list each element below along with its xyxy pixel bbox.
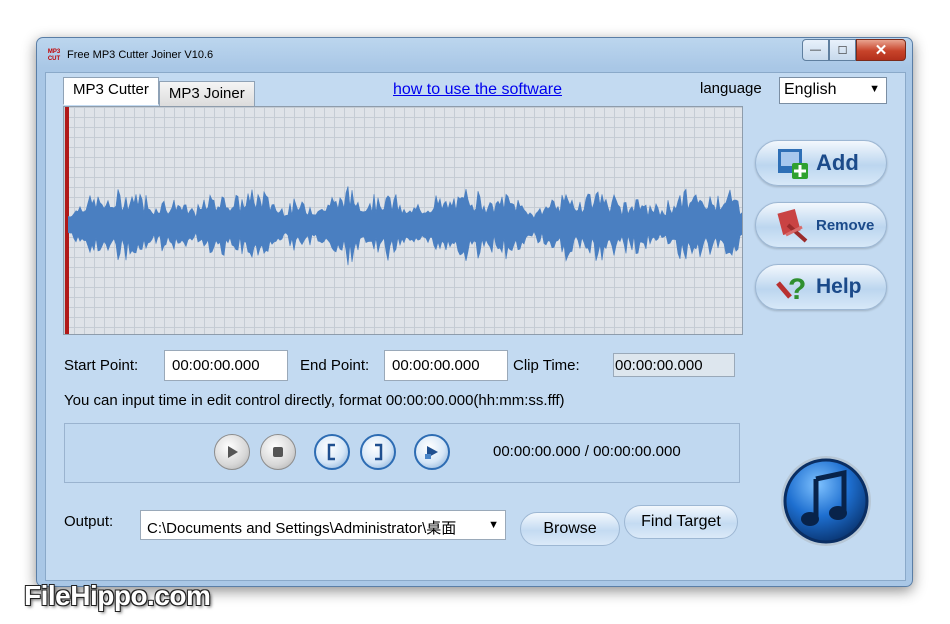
end-point-input[interactable]: 00:00:00.000 (384, 350, 508, 381)
app-icon: MP3 CUT (47, 49, 61, 62)
maximize-button[interactable]: ☐ (829, 39, 856, 61)
svg-text:?: ? (788, 273, 806, 306)
language-select[interactable]: English ▼ (779, 77, 887, 104)
app-window: MP3 CUT Free MP3 Cutter Joiner V10.6 — ☐… (36, 37, 913, 587)
output-label: Output: (64, 513, 114, 530)
clip-time-value: 00:00:00.000 (613, 353, 735, 377)
chevron-down-icon: ▼ (486, 519, 499, 531)
play-button[interactable] (214, 434, 250, 470)
waveform (68, 186, 742, 266)
play-icon (228, 446, 238, 458)
mark-start-icon (327, 443, 335, 461)
tab-mp3-cutter[interactable]: MP3 Cutter (63, 77, 159, 105)
window-controls: — ☐ ✕ (802, 39, 906, 63)
find-target-button[interactable]: Find Target (624, 505, 738, 539)
stop-button[interactable] (260, 434, 296, 470)
help-button[interactable]: ? Help (755, 264, 887, 310)
add-file-icon (778, 149, 808, 179)
output-path-select[interactable]: C:\Documents and Settings\Administrator\… (140, 510, 506, 540)
set-end-button[interactable] (360, 434, 396, 470)
language-label: language (700, 80, 762, 97)
tab-bar: MP3 Cutter MP3 Joiner (63, 77, 255, 107)
remove-label: Remove (816, 216, 875, 234)
set-start-button[interactable] (314, 434, 350, 470)
waveform-panel[interactable] (63, 106, 743, 335)
play-selection-button[interactable] (414, 434, 450, 470)
clip-time-label: Clip Time: (513, 357, 580, 374)
browse-button[interactable]: Browse (520, 512, 620, 546)
how-to-link[interactable]: how to use the software (393, 81, 562, 99)
help-icon: ? (776, 273, 806, 306)
window-title: Free MP3 Cutter Joiner V10.6 (67, 49, 214, 61)
player-controls: 00:00:00.000 / 00:00:00.000 (64, 423, 740, 483)
output-path: C:\Documents and Settings\Administrator\… (147, 520, 457, 537)
mark-end-icon (375, 443, 383, 461)
end-point-label: End Point: (300, 357, 370, 374)
language-value: English (784, 81, 837, 98)
minimize-button[interactable]: — (802, 39, 829, 61)
help-label: Help (816, 275, 862, 298)
add-button[interactable]: Add (755, 140, 887, 186)
chevron-down-icon: ▼ (869, 83, 880, 95)
remove-button[interactable]: Remove (755, 202, 887, 248)
remove-file-icon (777, 209, 808, 243)
add-label: Add (816, 150, 859, 175)
start-point-label: Start Point: (64, 357, 139, 374)
music-note-logo-icon (781, 456, 871, 546)
watermark: FileHippo.com (24, 580, 211, 611)
stop-icon (273, 447, 283, 457)
format-hint: You can input time in edit control direc… (64, 392, 565, 409)
title-bar[interactable]: MP3 CUT Free MP3 Cutter Joiner V10.6 — ☐… (37, 38, 912, 72)
playback-position: 00:00:00.000 / 00:00:00.000 (493, 443, 681, 460)
start-point-input[interactable]: 00:00:00.000 (164, 350, 288, 381)
close-button[interactable]: ✕ (856, 39, 906, 61)
main-panel: MP3 Cutter MP3 Joiner how to use the sof… (45, 72, 906, 581)
play-selection-icon (425, 446, 438, 459)
tab-mp3-joiner[interactable]: MP3 Joiner (158, 81, 255, 107)
